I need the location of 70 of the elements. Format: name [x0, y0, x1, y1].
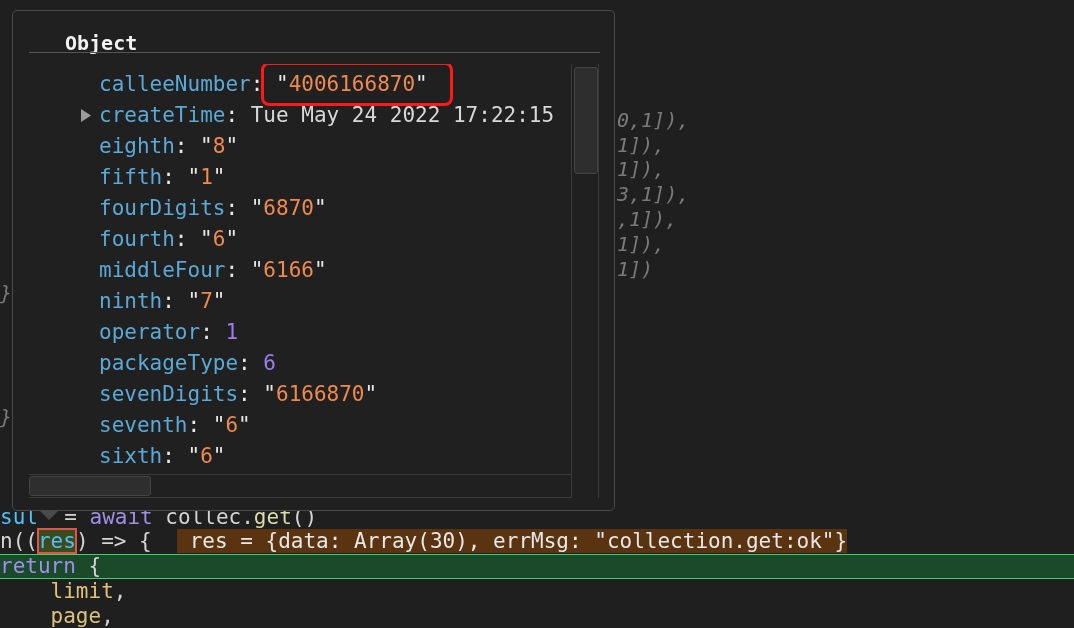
- property-key: packageType:: [99, 350, 251, 375]
- property-key: sevenDigits:: [99, 381, 251, 406]
- property-key: operator:: [99, 319, 213, 344]
- code-text: 1]),: [617, 157, 666, 182]
- quote-mark: ": [250, 195, 264, 220]
- property-value: 6: [200, 443, 213, 468]
- code-text: ,: [113, 578, 127, 603]
- quote-mark: ": [187, 443, 201, 468]
- property-value: 6870: [263, 195, 314, 220]
- property-value: 1: [200, 164, 213, 189]
- quote-mark: ": [250, 257, 264, 282]
- quote-mark: ": [200, 133, 213, 158]
- code-text: 0,1]),: [617, 107, 690, 132]
- code-text: get: [253, 504, 292, 529]
- quote-mark: ": [238, 412, 251, 437]
- property-value: 6: [263, 350, 276, 375]
- inline-value: res = {data: Array(30), errMsg: "collection.get:ok"}: [177, 529, 848, 554]
- property-value: 6: [225, 412, 239, 437]
- code-text: 1]),: [617, 231, 666, 256]
- property-value: 4006166870: [288, 71, 416, 96]
- property-value: 7: [200, 288, 213, 313]
- quote-mark: ": [225, 226, 239, 251]
- property-key: eighth:: [99, 133, 188, 158]
- code-text: 1]): [617, 256, 654, 281]
- code-text: return: [0, 554, 76, 579]
- quote-mark: ": [313, 195, 327, 220]
- quote-mark: ": [275, 71, 289, 96]
- quote-mark: ": [364, 381, 378, 406]
- quote-mark: ": [200, 226, 213, 251]
- property-key: fifth:: [99, 164, 175, 189]
- property-key: sixth:: [99, 443, 175, 468]
- popup-title: Object: [65, 31, 138, 55]
- property-value: Tue May 24 2022 17:22:15: [250, 102, 555, 127]
- code-text: await: [89, 504, 153, 529]
- code-text: ,: [101, 603, 114, 628]
- horizontal-scrollbar[interactable]: [29, 474, 571, 498]
- hovered-variable[interactable]: res: [37, 529, 76, 554]
- quote-mark: ": [212, 164, 226, 189]
- code-text: n((: [0, 529, 38, 554]
- property-key: createTime:: [99, 102, 239, 127]
- quote-mark: ": [415, 71, 428, 96]
- property-key: seventh:: [99, 412, 201, 437]
- code-text: 3,1]),: [617, 182, 690, 207]
- code-text: ) => {: [75, 529, 153, 554]
- quote-mark: ": [212, 412, 226, 437]
- code-text: =: [64, 504, 78, 529]
- quote-mark: ": [187, 164, 201, 189]
- code-text: page: [49, 603, 102, 628]
- property-key: calleeNumber:: [99, 71, 264, 96]
- expand-arrow-icon[interactable]: [79, 109, 92, 122]
- property-key: ninth:: [99, 288, 175, 313]
- code-text: {: [87, 554, 102, 579]
- quote-mark: ": [212, 288, 226, 313]
- property-value: 6166: [263, 257, 314, 282]
- vertical-scrollbar[interactable]: [571, 64, 599, 498]
- quote-mark: ": [313, 257, 327, 282]
- property-value: 6166870: [276, 381, 365, 406]
- property-key: middleFour:: [99, 257, 239, 282]
- property-key: fourDigits:: [99, 195, 239, 220]
- code-text: limit: [49, 578, 114, 603]
- property-value: 6: [212, 226, 226, 251]
- quote-mark: ": [263, 381, 276, 406]
- code-text: 1]),: [617, 132, 666, 157]
- quote-mark: ": [187, 288, 201, 313]
- quote-mark: ": [225, 133, 239, 158]
- property-value: 1: [225, 319, 239, 344]
- property-value: 8: [212, 133, 226, 158]
- property-key: fourth:: [99, 226, 188, 251]
- code-text: ,1]),: [617, 206, 678, 231]
- quote-mark: ": [212, 443, 226, 468]
